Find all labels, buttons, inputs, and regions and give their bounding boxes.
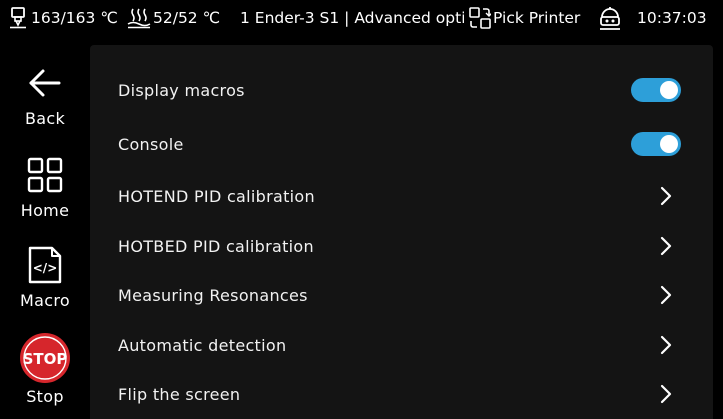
stop-badge-text: STOP (23, 350, 68, 368)
setting-label: Display macros (118, 80, 245, 100)
extruder-icon (8, 7, 28, 29)
nav-stop-button[interactable]: STOP Stop (0, 331, 90, 419)
macro-glyph: </> (33, 261, 58, 275)
setting-label: HOTBED PID calibration (118, 236, 314, 256)
switch-printer-icon[interactable] (469, 7, 491, 29)
nav-stop-label: Stop (26, 387, 64, 406)
printer-title-marquee: 1 Ender-3 S1 | Advanced options (240, 9, 464, 27)
printer-title: 1 Ender-3 S1 | Advanced options (240, 9, 464, 27)
console-toggle[interactable] (631, 132, 681, 156)
bed-temperature: 52/52 ℃ (153, 9, 221, 27)
chevron-right-icon (659, 285, 673, 305)
setting-row-flip-screen[interactable]: Flip the screen (90, 369, 713, 419)
nav-macro-button[interactable]: </> Macro (0, 245, 90, 333)
display-macros-toggle[interactable] (631, 78, 681, 102)
setting-row-console[interactable]: Console (90, 119, 713, 169)
setting-row-hotend-pid[interactable]: HOTEND PID calibration (90, 171, 713, 221)
nav-back-label: Back (24, 109, 66, 128)
setting-label: HOTEND PID calibration (118, 186, 315, 206)
toggle-knob (660, 135, 678, 153)
nav-back-button[interactable]: Back (0, 63, 90, 151)
nav-home-button[interactable]: Home (0, 155, 90, 243)
setting-row-automatic-detection[interactable]: Automatic detection (90, 320, 713, 370)
printer-robot-icon[interactable] (598, 5, 622, 31)
setting-label: Measuring Resonances (118, 285, 308, 305)
side-nav: Back Home </> Macro STOP Stop (0, 45, 90, 419)
setting-row-measuring-resonances[interactable]: Measuring Resonances (90, 270, 713, 320)
stop-sign-icon: STOP (18, 331, 72, 385)
code-file-icon: </> (25, 245, 65, 285)
setting-label: Console (118, 134, 184, 154)
chevron-right-icon (659, 236, 673, 256)
toggle-knob (660, 81, 678, 99)
nav-home-label: Home (20, 201, 70, 220)
pick-printer-button[interactable]: Pick Printer (493, 9, 580, 27)
nav-macro-label: Macro (20, 291, 70, 310)
status-bar: 163/163 ℃ 52/52 ℃ 1 Ender-3 S1 | Advance… (0, 0, 723, 37)
setting-label: Automatic detection (118, 335, 287, 355)
grid-icon (25, 155, 65, 195)
chevron-right-icon (659, 186, 673, 206)
setting-row-display-macros[interactable]: Display macros (90, 65, 713, 115)
clock: 10:37:03 (637, 9, 707, 27)
heated-bed-icon (127, 7, 151, 29)
chevron-right-icon (659, 335, 673, 355)
advanced-options-panel: Display macros Console HOTEND PID calibr… (90, 45, 713, 419)
extruder-temperature: 163/163 ℃ (31, 9, 118, 27)
setting-label: Flip the screen (118, 384, 241, 404)
arrow-left-icon (25, 63, 65, 103)
chevron-right-icon (659, 384, 673, 404)
setting-row-hotbed-pid[interactable]: HOTBED PID calibration (90, 221, 713, 271)
